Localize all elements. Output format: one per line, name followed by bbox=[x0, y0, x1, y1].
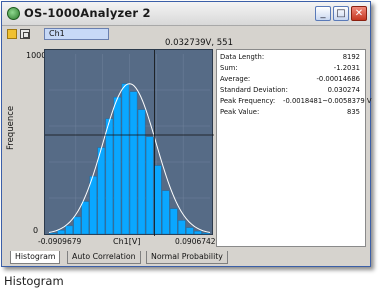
stat-label: Standard Deviation: bbox=[220, 86, 288, 94]
minimize-button[interactable]: _ bbox=[315, 6, 331, 21]
app-icon bbox=[7, 7, 20, 20]
histogram-bar bbox=[178, 220, 186, 235]
histogram-bar bbox=[121, 83, 130, 235]
stat-value: -0.00014686 bbox=[316, 75, 360, 83]
histogram-svg bbox=[45, 50, 214, 236]
histogram-bar bbox=[129, 91, 138, 235]
copy-icon[interactable] bbox=[20, 29, 30, 39]
histogram-bar bbox=[57, 230, 65, 235]
x-axis-min-label: -0.0909679 bbox=[38, 237, 82, 246]
histogram-bar bbox=[202, 232, 210, 235]
stat-label: Data Length: bbox=[220, 53, 265, 61]
cursor-readout: 0.032739V, 551 bbox=[165, 38, 233, 48]
histogram-bar bbox=[113, 97, 122, 235]
stat-value: 8192 bbox=[342, 53, 360, 61]
histogram-bar bbox=[170, 208, 178, 235]
stat-value: -0.0018481~0.0058379 V bbox=[283, 97, 372, 105]
close-button[interactable]: ✕ bbox=[351, 6, 367, 21]
histogram-bar bbox=[194, 231, 202, 235]
tab-auto-correlation[interactable]: Auto Correlation bbox=[67, 251, 141, 264]
tab-normal-probability[interactable]: Normal Probability bbox=[146, 251, 228, 264]
stat-label: Peak Frequency: bbox=[220, 97, 276, 105]
figure-caption: Histogram bbox=[4, 274, 64, 288]
stat-value: 0.030274 bbox=[327, 86, 360, 94]
histogram-plot[interactable] bbox=[44, 49, 214, 236]
x-axis-max-label: 0.0906742 bbox=[175, 237, 216, 246]
stat-label: Sum: bbox=[220, 64, 238, 72]
histogram-bar bbox=[73, 216, 81, 235]
stat-label: Peak Value: bbox=[220, 108, 260, 116]
histogram-bar bbox=[161, 190, 170, 235]
histogram-bar bbox=[137, 109, 146, 235]
x-axis-label: Ch1[V] bbox=[113, 237, 141, 246]
histogram-bar bbox=[145, 136, 154, 235]
histogram-bar bbox=[97, 147, 106, 235]
histogram-bar bbox=[49, 232, 57, 235]
stat-label: Average: bbox=[220, 75, 251, 83]
channel-tab[interactable]: Ch1 bbox=[44, 28, 109, 40]
histogram-bar bbox=[105, 118, 114, 235]
stat-value: 835 bbox=[347, 108, 360, 116]
y-axis-label: Frequence bbox=[6, 105, 16, 150]
stat-value: -1.2031 bbox=[333, 64, 360, 72]
histogram-bar bbox=[186, 227, 194, 235]
histogram-bar bbox=[153, 165, 162, 235]
y-axis-min-label: 0 bbox=[33, 226, 39, 235]
histogram-bar bbox=[81, 201, 89, 235]
title-bar[interactable]: OS-1000Analyzer 2 _ □ ✕ bbox=[2, 2, 370, 26]
histogram-bar bbox=[65, 225, 73, 235]
folder-icon[interactable] bbox=[7, 29, 17, 39]
statistics-panel: Data Length: 8192 Sum: -1.2031 Average: … bbox=[216, 49, 371, 247]
tab-histogram[interactable]: Histogram bbox=[10, 251, 61, 264]
window-title: OS-1000Analyzer 2 bbox=[24, 6, 151, 20]
histogram-bar bbox=[89, 176, 98, 235]
maximize-button[interactable]: □ bbox=[333, 6, 349, 21]
